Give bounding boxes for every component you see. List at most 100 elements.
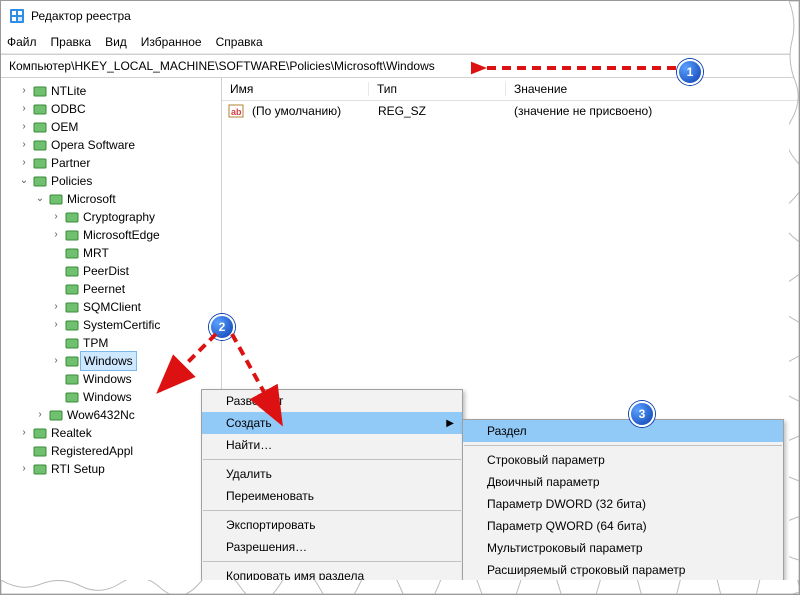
tree-node-syscert[interactable]: SystemCertific [81,316,162,334]
folder-icon [65,264,79,278]
ctx-new-qword[interactable]: Параметр QWORD (64 бита) [463,515,783,537]
tree-node-windows2[interactable]: Windows [81,370,134,388]
ctx-new-expandstring[interactable]: Расширяемый строковый параметр [463,559,783,581]
tree-node-peernet[interactable]: Peernet [81,280,127,298]
folder-icon [33,426,47,440]
expand-icon[interactable]: › [49,208,63,226]
menu-edit[interactable]: Правка [51,35,92,49]
menu-favorites[interactable]: Избранное [141,35,202,49]
registry-editor-window: Редактор реестра Файл Правка Вид Избранн… [0,0,800,595]
folder-icon [65,210,79,224]
string-value-icon: ab [228,103,244,119]
folder-icon [65,354,79,368]
menubar: Файл Правка Вид Избранное Справка [1,31,799,54]
folder-icon [65,390,79,404]
folder-icon [33,120,47,134]
expand-icon[interactable]: › [49,226,63,244]
folder-icon [33,444,47,458]
value-name: (По умолчанию) [244,104,370,118]
col-value[interactable]: Значение [506,82,799,96]
ctx-new-binary[interactable]: Двоичный параметр [463,471,783,493]
menu-help[interactable]: Справка [216,35,263,49]
tree-node-crypto[interactable]: Cryptography [81,208,157,226]
columns-header: Имя Тип Значение [222,78,799,101]
tree-node-windows3[interactable]: Windows [81,388,134,406]
tree-node-microsoft[interactable]: Microsoft [65,190,118,208]
expand-icon[interactable]: › [17,154,31,172]
tree-node-tpm[interactable]: TPM [81,334,110,352]
ctx-new-string[interactable]: Строковый параметр [463,449,783,471]
annotation-badge-3: 3 [629,401,655,427]
tree-node-ntlite[interactable]: NTLite [49,82,88,100]
expand-icon[interactable]: › [17,424,31,442]
ctx-new-dword[interactable]: Параметр DWORD (32 бита) [463,493,783,515]
menu-view[interactable]: Вид [105,35,127,49]
ctx-new-multistring[interactable]: Мультистроковый параметр [463,537,783,559]
tree-node-peerdist[interactable]: PeerDist [81,262,131,280]
tree-node-oem[interactable]: OEM [49,118,80,136]
svg-text:ab: ab [231,107,242,117]
expand-icon[interactable]: › [17,136,31,154]
tree-node-rtlsetup[interactable]: RTI Setup [49,460,107,478]
tree-node-realtek[interactable]: Realtek [49,424,94,442]
torn-edge-bottom [1,580,799,594]
annotation-badge-1: 1 [677,59,703,85]
folder-icon [65,282,79,296]
expand-icon[interactable]: › [33,406,47,424]
separator [203,459,461,460]
folder-icon [65,336,79,350]
folder-icon [65,228,79,242]
tree-node-policies[interactable]: Policies [49,172,94,190]
ctx-create[interactable]: Создать▶ [202,412,462,434]
expand-icon[interactable]: › [49,352,63,370]
folder-icon [65,246,79,260]
col-type[interactable]: Тип [369,82,506,96]
collapse-icon[interactable]: ⌄ [33,190,47,208]
torn-edge-right [789,1,799,594]
ctx-delete[interactable]: Удалить [202,463,462,485]
folder-icon [65,300,79,314]
folder-icon [65,318,79,332]
tree-node-windows-selected[interactable]: Windows [80,351,137,371]
folder-icon [49,408,63,422]
folder-icon [33,462,47,476]
submenu-arrow-icon: ▶ [446,418,454,429]
ctx-export[interactable]: Экспортировать [202,514,462,536]
expand-icon[interactable]: › [49,316,63,334]
expand-icon[interactable]: › [17,82,31,100]
expand-icon[interactable]: › [17,100,31,118]
folder-icon [49,192,63,206]
folder-icon [33,102,47,116]
context-menu: Развернут Создать▶ Найти… Удалить Переим… [201,389,463,588]
value-row-default[interactable]: ab (По умолчанию) REG_SZ (значение не пр… [222,101,799,121]
titlebar: Редактор реестра [1,1,799,31]
tree-node-regapp[interactable]: RegisteredAppl [49,442,135,460]
ctx-new-key[interactable]: Раздел [463,420,783,442]
ctx-rename[interactable]: Переименовать [202,485,462,507]
folder-icon [33,174,47,188]
folder-icon [33,156,47,170]
folder-icon [33,138,47,152]
tree-node-wow64[interactable]: Wow6432Nc [65,406,137,424]
folder-icon [33,84,47,98]
expand-icon[interactable]: › [17,460,31,478]
tree-node-opera[interactable]: Opera Software [49,136,137,154]
tree-node-odbc[interactable]: ODBC [49,100,88,118]
col-name[interactable]: Имя [222,82,369,96]
value-data: (значение не присвоено) [506,104,799,118]
ctx-expand[interactable]: Развернут [202,390,462,412]
tree-panel[interactable]: › NTLite › ODBC › OEM › Opera Software › Part… [1,78,222,595]
ctx-find[interactable]: Найти… [202,434,462,456]
collapse-icon[interactable]: ⌄ [17,172,31,190]
value-type: REG_SZ [370,104,506,118]
tree-node-sqm[interactable]: SQMClient [81,298,143,316]
expand-icon[interactable]: › [17,118,31,136]
ctx-permissions[interactable]: Разрешения… [202,536,462,558]
annotation-badge-2: 2 [209,314,235,340]
tree-node-partner[interactable]: Partner [49,154,92,172]
tree-node-edge[interactable]: MicrosoftEdge [81,226,162,244]
separator [203,561,461,562]
expand-icon[interactable]: › [49,298,63,316]
tree-node-mrt[interactable]: MRT [81,244,111,262]
menu-file[interactable]: Файл [7,35,37,49]
